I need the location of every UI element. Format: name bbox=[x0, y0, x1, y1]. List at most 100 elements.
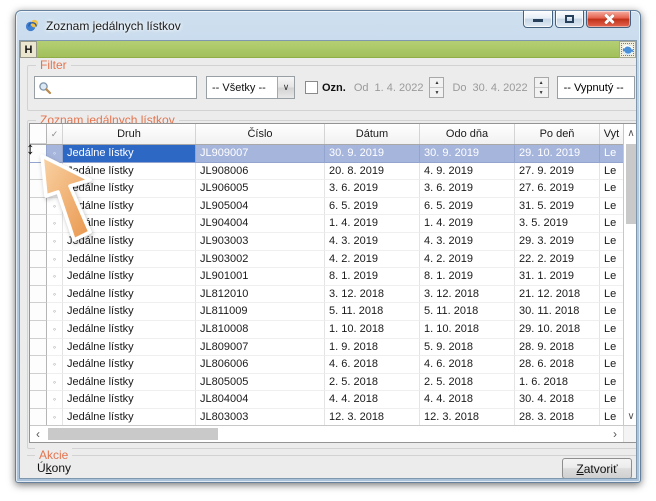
table-row[interactable]: ◦Jedálne lístkyJL8050052. 5. 20182. 5. 2… bbox=[30, 374, 623, 392]
cell-cislo: JL810008 bbox=[196, 321, 325, 339]
state-select[interactable]: -- Vypnutý -- bbox=[557, 76, 635, 99]
table-row[interactable]: ◦Jedálne lístkyJL8040044. 4. 20184. 4. 2… bbox=[30, 391, 623, 409]
search-box bbox=[34, 76, 197, 99]
table-row[interactable]: ◦Jedálne lístkyJL9030024. 2. 20194. 2. 2… bbox=[30, 251, 623, 269]
column-header-datum[interactable]: Dátum bbox=[325, 124, 420, 144]
spinner-down-icon[interactable]: ▼ bbox=[535, 88, 548, 97]
filter-group: Filter -- Všetky -- ∨ Ozn. Od 1. 4. 2022 bbox=[27, 65, 637, 111]
cell-datum: 1. 10. 2018 bbox=[325, 321, 420, 339]
cell-cislo: JL812010 bbox=[196, 286, 325, 304]
table-row[interactable]: ◦Jedálne lístkyJL90900730. 9. 201930. 9.… bbox=[30, 145, 623, 163]
cell-datum: 2. 5. 2018 bbox=[325, 374, 420, 392]
table-row[interactable]: ◦Jedálne lístkyJL8100081. 10. 20181. 10.… bbox=[30, 321, 623, 339]
spinner-down-icon[interactable]: ▼ bbox=[430, 88, 443, 97]
cell-cislo: JL809007 bbox=[196, 339, 325, 357]
row-selector[interactable] bbox=[30, 339, 47, 357]
data-grid: ✓ Druh Číslo Dátum Odo dňa Po deň Vyt ◦J… bbox=[29, 123, 637, 443]
maximize-button[interactable] bbox=[555, 10, 584, 28]
row-marker-icon: ◦ bbox=[47, 251, 63, 269]
cell-po-den: 1. 6. 2018 bbox=[515, 374, 600, 392]
table-row[interactable]: ◦Jedálne lístkyJL9040041. 4. 20191. 4. 2… bbox=[30, 215, 623, 233]
table-row[interactable]: ◦Jedálne lístkyJL9010018. 1. 20198. 1. 2… bbox=[30, 268, 623, 286]
row-marker-icon: ◦ bbox=[47, 268, 63, 286]
row-selector[interactable] bbox=[30, 356, 47, 374]
vertical-scroll-track[interactable] bbox=[624, 142, 637, 407]
ukony-button[interactable]: Úkony bbox=[37, 461, 71, 475]
table-row[interactable]: ◦Jedálne lístkyJL9050046. 5. 20196. 5. 2… bbox=[30, 198, 623, 216]
scroll-down-icon[interactable]: ∨ bbox=[624, 407, 637, 425]
table-row[interactable]: ◦Jedálne lístkyJL8110095. 11. 20185. 11.… bbox=[30, 303, 623, 321]
type-select[interactable]: -- Všetky -- ∨ bbox=[206, 76, 295, 99]
cell-datum: 4. 3. 2019 bbox=[325, 233, 420, 251]
column-header-cislo[interactable]: Číslo bbox=[196, 124, 325, 144]
cell-po-den: 27. 9. 2019 bbox=[515, 163, 600, 181]
row-selector[interactable] bbox=[30, 303, 47, 321]
spinner-up-icon[interactable]: ▲ bbox=[430, 78, 443, 88]
vertical-scrollbar[interactable]: ∧ ∨ bbox=[623, 124, 637, 425]
title-bar[interactable]: Zoznam jedálnych lístkov bbox=[16, 11, 640, 40]
cell-vyt: Le bbox=[600, 286, 623, 304]
cell-odo-dna: 4. 9. 2019 bbox=[420, 163, 515, 181]
row-selector[interactable] bbox=[30, 268, 47, 286]
minimize-icon bbox=[533, 19, 543, 22]
table-row[interactable]: ◦Jedálne lístkyJL9030034. 3. 20194. 3. 2… bbox=[30, 233, 623, 251]
cell-po-den: 28. 9. 2018 bbox=[515, 339, 600, 357]
client-area: H Filter bbox=[19, 40, 637, 479]
ozn-checkbox[interactable] bbox=[305, 81, 318, 94]
table-row[interactable]: ◦Jedálne lístkyJL90800620. 8. 20194. 9. … bbox=[30, 163, 623, 181]
scroll-up-icon[interactable]: ∧ bbox=[624, 124, 637, 142]
od-date-field[interactable]: 1. 4. 2022 bbox=[375, 82, 424, 94]
row-selector[interactable] bbox=[30, 286, 47, 304]
toolbar-green-bar bbox=[37, 41, 619, 57]
zatvorit-button[interactable]: Zatvoriť bbox=[562, 458, 632, 479]
refresh-globe-icon bbox=[622, 44, 634, 56]
cell-odo-dna: 2. 5. 2018 bbox=[420, 374, 515, 392]
minimize-button[interactable] bbox=[523, 10, 553, 28]
close-window-button[interactable] bbox=[586, 10, 631, 28]
cell-druh: Jedálne lístky bbox=[63, 321, 196, 339]
record-resize-arrow-icon: ↕ bbox=[26, 139, 35, 159]
horizontal-scroll-track[interactable] bbox=[46, 426, 607, 442]
table-row[interactable]: ◦Jedálne lístkyJL8060064. 6. 20184. 6. 2… bbox=[30, 356, 623, 374]
type-select-value: -- Všetky -- bbox=[207, 82, 277, 94]
row-selector[interactable] bbox=[30, 374, 47, 392]
row-selector[interactable] bbox=[30, 391, 47, 409]
column-header-po-den[interactable]: Po deň bbox=[515, 124, 600, 144]
row-selector[interactable] bbox=[30, 321, 47, 339]
table-row[interactable]: ◦Jedálne lístkyJL8120103. 12. 20183. 12.… bbox=[30, 286, 623, 304]
search-input[interactable] bbox=[55, 78, 193, 97]
grid-body: ◦Jedálne lístkyJL90900730. 9. 201930. 9.… bbox=[30, 145, 623, 425]
row-marker-icon: ◦ bbox=[47, 409, 63, 425]
cell-vyt: Le bbox=[600, 268, 623, 286]
cell-cislo: JL904004 bbox=[196, 215, 325, 233]
scroll-left-icon[interactable]: ‹ bbox=[30, 426, 46, 442]
horizontal-scroll-thumb[interactable] bbox=[48, 428, 218, 440]
vertical-scroll-thumb[interactable] bbox=[626, 144, 636, 224]
cell-po-den: 28. 3. 2018 bbox=[515, 409, 600, 425]
row-selector[interactable] bbox=[30, 251, 47, 269]
cell-datum: 5. 11. 2018 bbox=[325, 303, 420, 321]
chevron-down-icon[interactable]: ∨ bbox=[277, 77, 294, 98]
column-header-odo-dna[interactable]: Odo dňa bbox=[420, 124, 515, 144]
row-marker-icon: ◦ bbox=[47, 391, 63, 409]
row-selector[interactable] bbox=[30, 409, 47, 425]
h-menu-button[interactable]: H bbox=[20, 41, 37, 58]
scroll-right-icon[interactable]: › bbox=[607, 426, 623, 442]
refresh-button[interactable] bbox=[619, 41, 636, 58]
check-column-header[interactable]: ✓ bbox=[47, 124, 63, 144]
table-row[interactable]: ◦Jedálne lístkyJL8090071. 9. 20185. 9. 2… bbox=[30, 339, 623, 357]
column-header-vyt[interactable]: Vyt bbox=[600, 124, 623, 144]
cell-cislo: JL905004 bbox=[196, 198, 325, 216]
cell-druh: Jedálne lístky bbox=[63, 268, 196, 286]
cell-odo-dna: 1. 10. 2018 bbox=[420, 321, 515, 339]
spinner-up-icon[interactable]: ▲ bbox=[535, 78, 548, 88]
search-icon bbox=[38, 81, 52, 95]
column-header-druh[interactable]: Druh bbox=[63, 124, 196, 144]
table-row[interactable]: ◦Jedálne lístkyJL80300312. 3. 201812. 3.… bbox=[30, 409, 623, 425]
mouse-cursor-icon bbox=[36, 148, 112, 244]
do-date-field[interactable]: 30. 4. 2022 bbox=[473, 82, 528, 94]
row-marker-icon: ◦ bbox=[47, 339, 63, 357]
cell-datum: 8. 1. 2019 bbox=[325, 268, 420, 286]
horizontal-scrollbar[interactable]: ‹ › bbox=[30, 425, 637, 442]
table-row[interactable]: ◦Jedálne lístkyJL9060053. 6. 20193. 6. 2… bbox=[30, 180, 623, 198]
